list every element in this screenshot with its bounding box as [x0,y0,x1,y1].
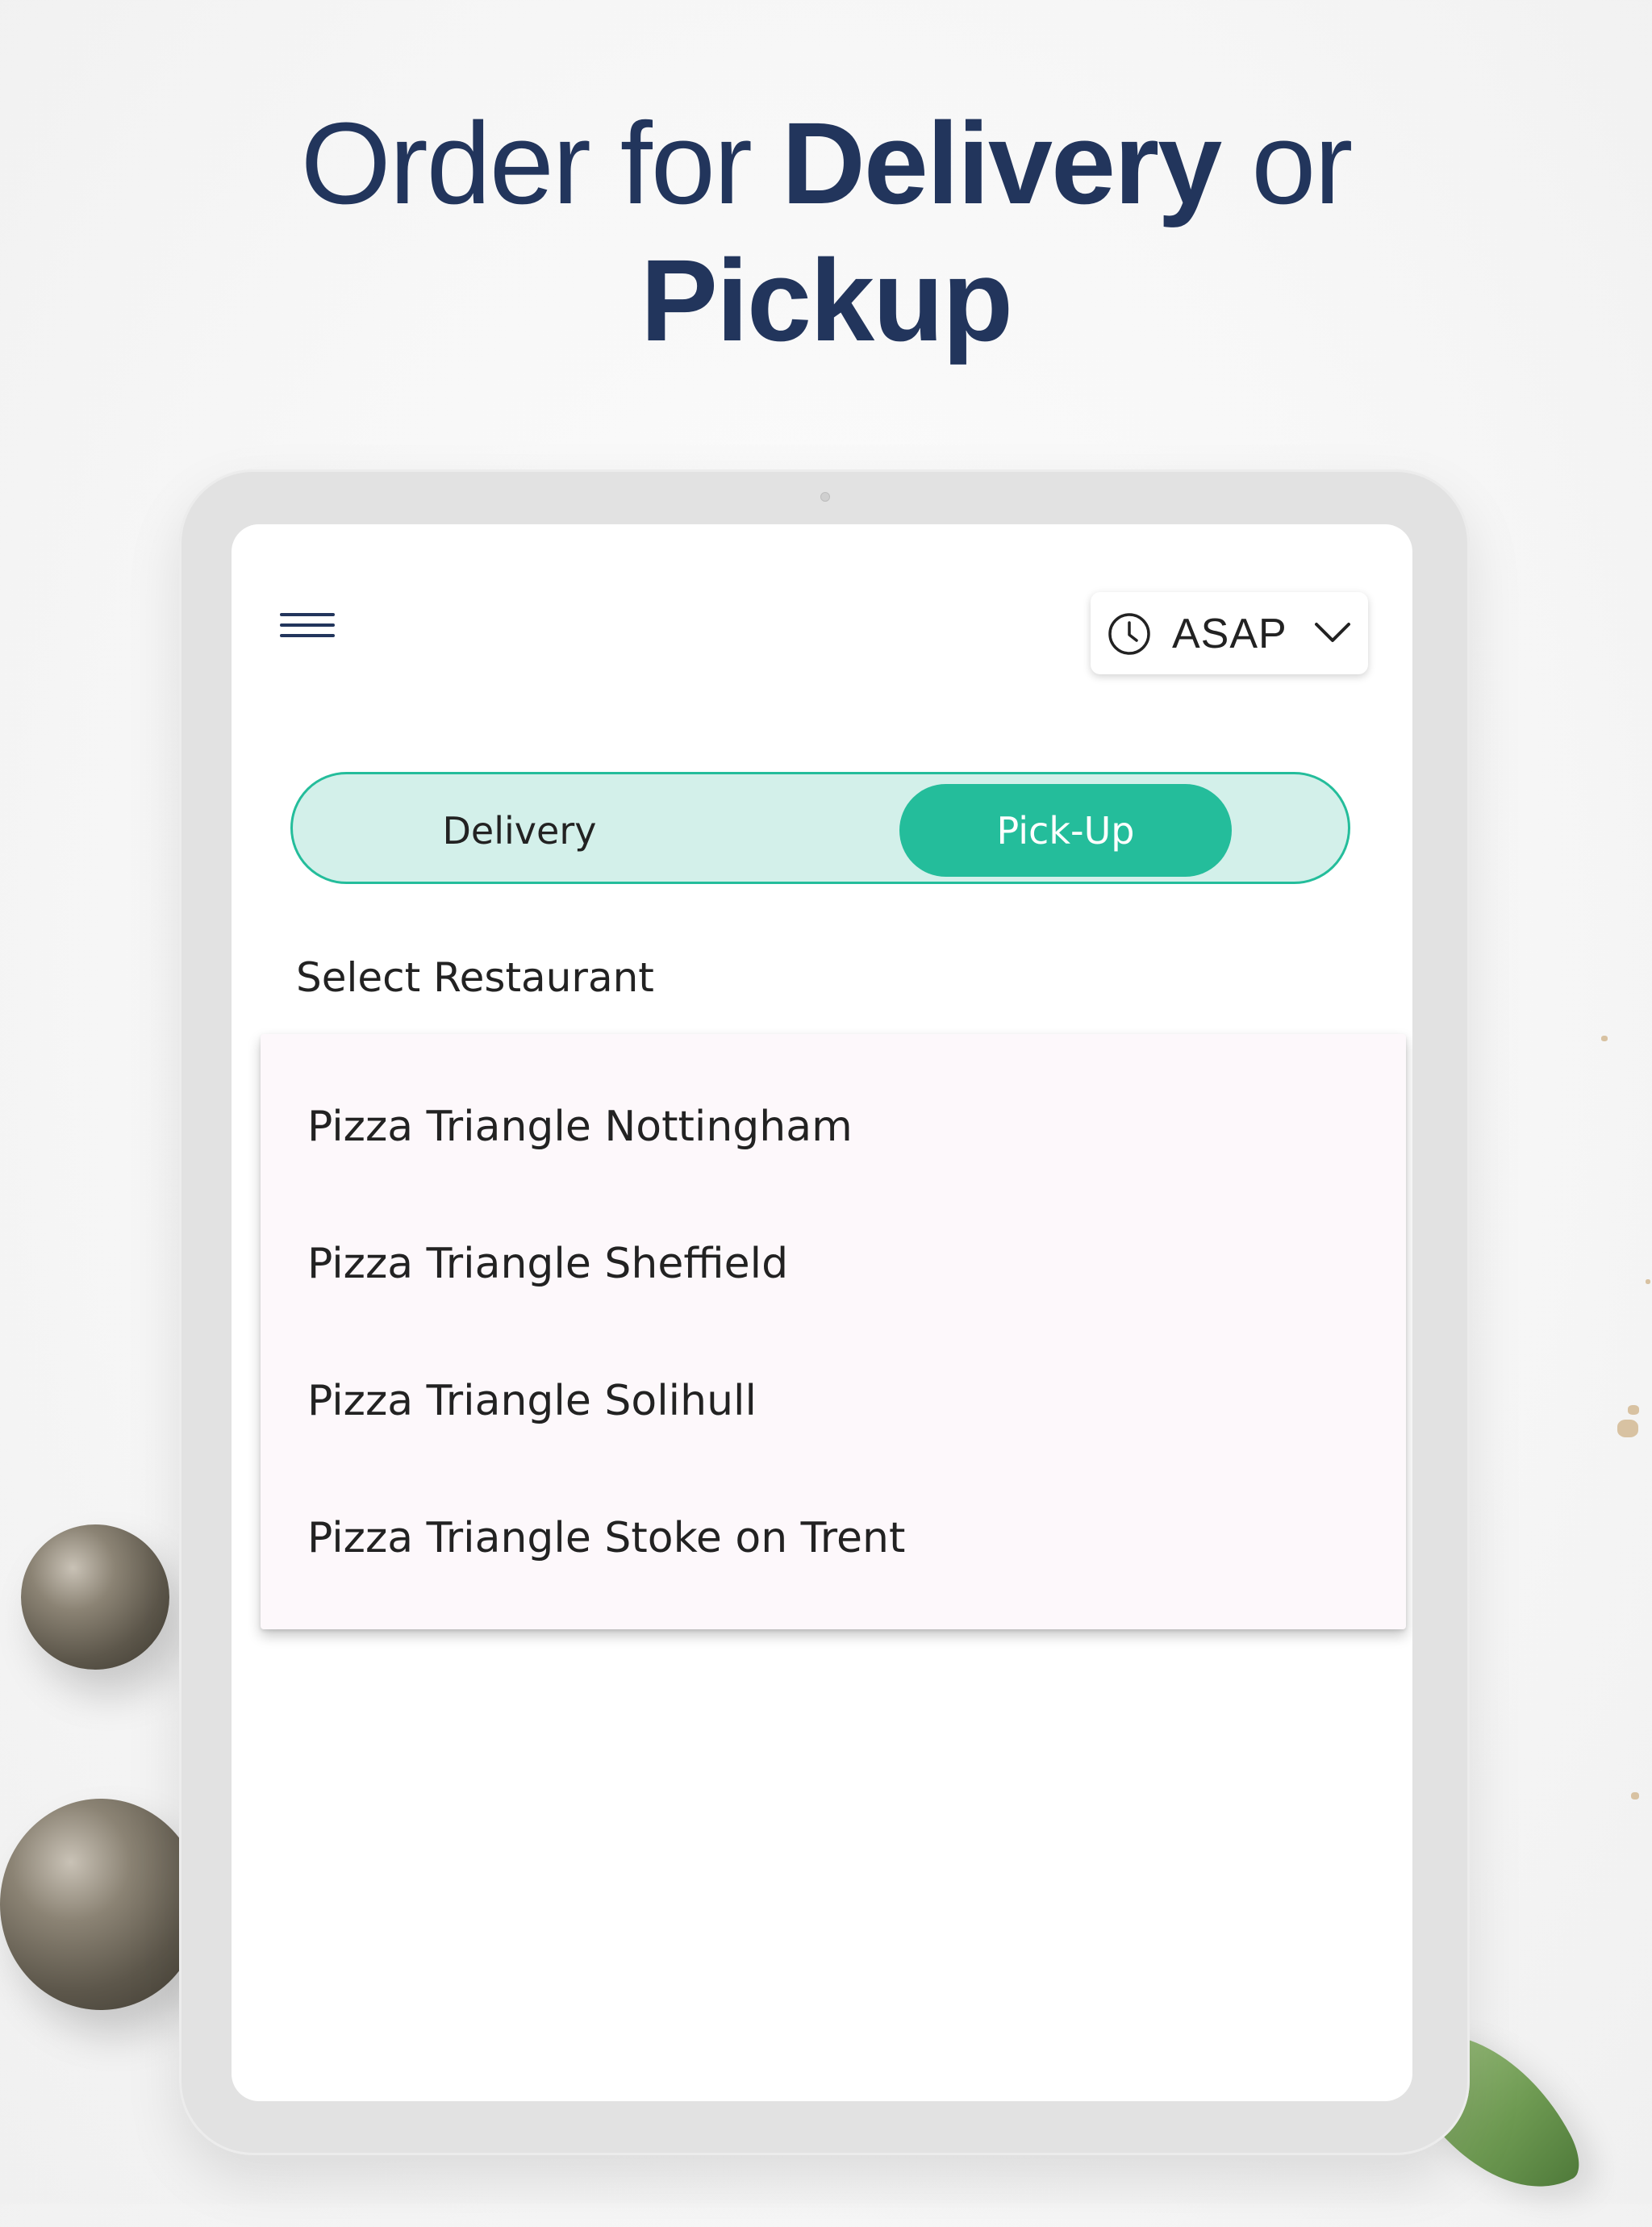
order-mode-toggle: Delivery Pick-Up [290,772,1350,884]
delivery-option[interactable]: Delivery [302,784,736,877]
decorative-crumb [1617,1420,1638,1437]
decorative-crumb [1628,1405,1639,1415]
restaurant-option-stoke-on-trent[interactable]: Pizza Triangle Stoke on Trent [261,1470,1406,1607]
tablet-device-frame: ASAP Delivery Pick-Up Select Restaurant … [179,469,1470,2155]
decorative-crumb [1646,1279,1650,1284]
select-restaurant-label: Select Restaurant [296,954,654,1001]
hamburger-menu-icon[interactable] [280,605,336,645]
headline-delivery: Delivery [781,98,1222,228]
restaurant-option-nottingham[interactable]: Pizza Triangle Nottingham [261,1058,1406,1195]
decorative-crumb [1631,1792,1639,1800]
menu-line [280,623,335,627]
decorative-tomato-small [21,1524,169,1670]
chevron-down-icon [1315,623,1350,642]
order-time-select[interactable]: ASAP [1091,592,1368,674]
menu-line [280,634,335,637]
order-time-value: ASAP [1172,611,1287,657]
headline-line-1: Order for Delivery or [0,95,1652,232]
headline-pickup: Pickup [640,236,1013,365]
restaurant-option-solihull[interactable]: Pizza Triangle Solihull [261,1332,1406,1470]
menu-line [280,613,335,616]
decorative-crumb [1601,1036,1608,1041]
headline-line-2: Pickup [0,232,1652,369]
restaurant-dropdown-list: Pizza Triangle Nottingham Pizza Triangle… [261,1034,1406,1629]
headline-prefix: Order for [300,98,782,228]
clock-icon [1108,613,1150,655]
app-screen: ASAP Delivery Pick-Up Select Restaurant … [232,524,1412,2101]
decorative-tomato-large [0,1799,202,2010]
restaurant-option-sheffield[interactable]: Pizza Triangle Sheffield [261,1195,1406,1332]
tablet-camera [820,492,830,502]
pickup-option[interactable]: Pick-Up [899,784,1232,877]
promo-headline: Order for Delivery or Pickup [0,95,1652,369]
headline-suffix: or [1220,98,1353,228]
